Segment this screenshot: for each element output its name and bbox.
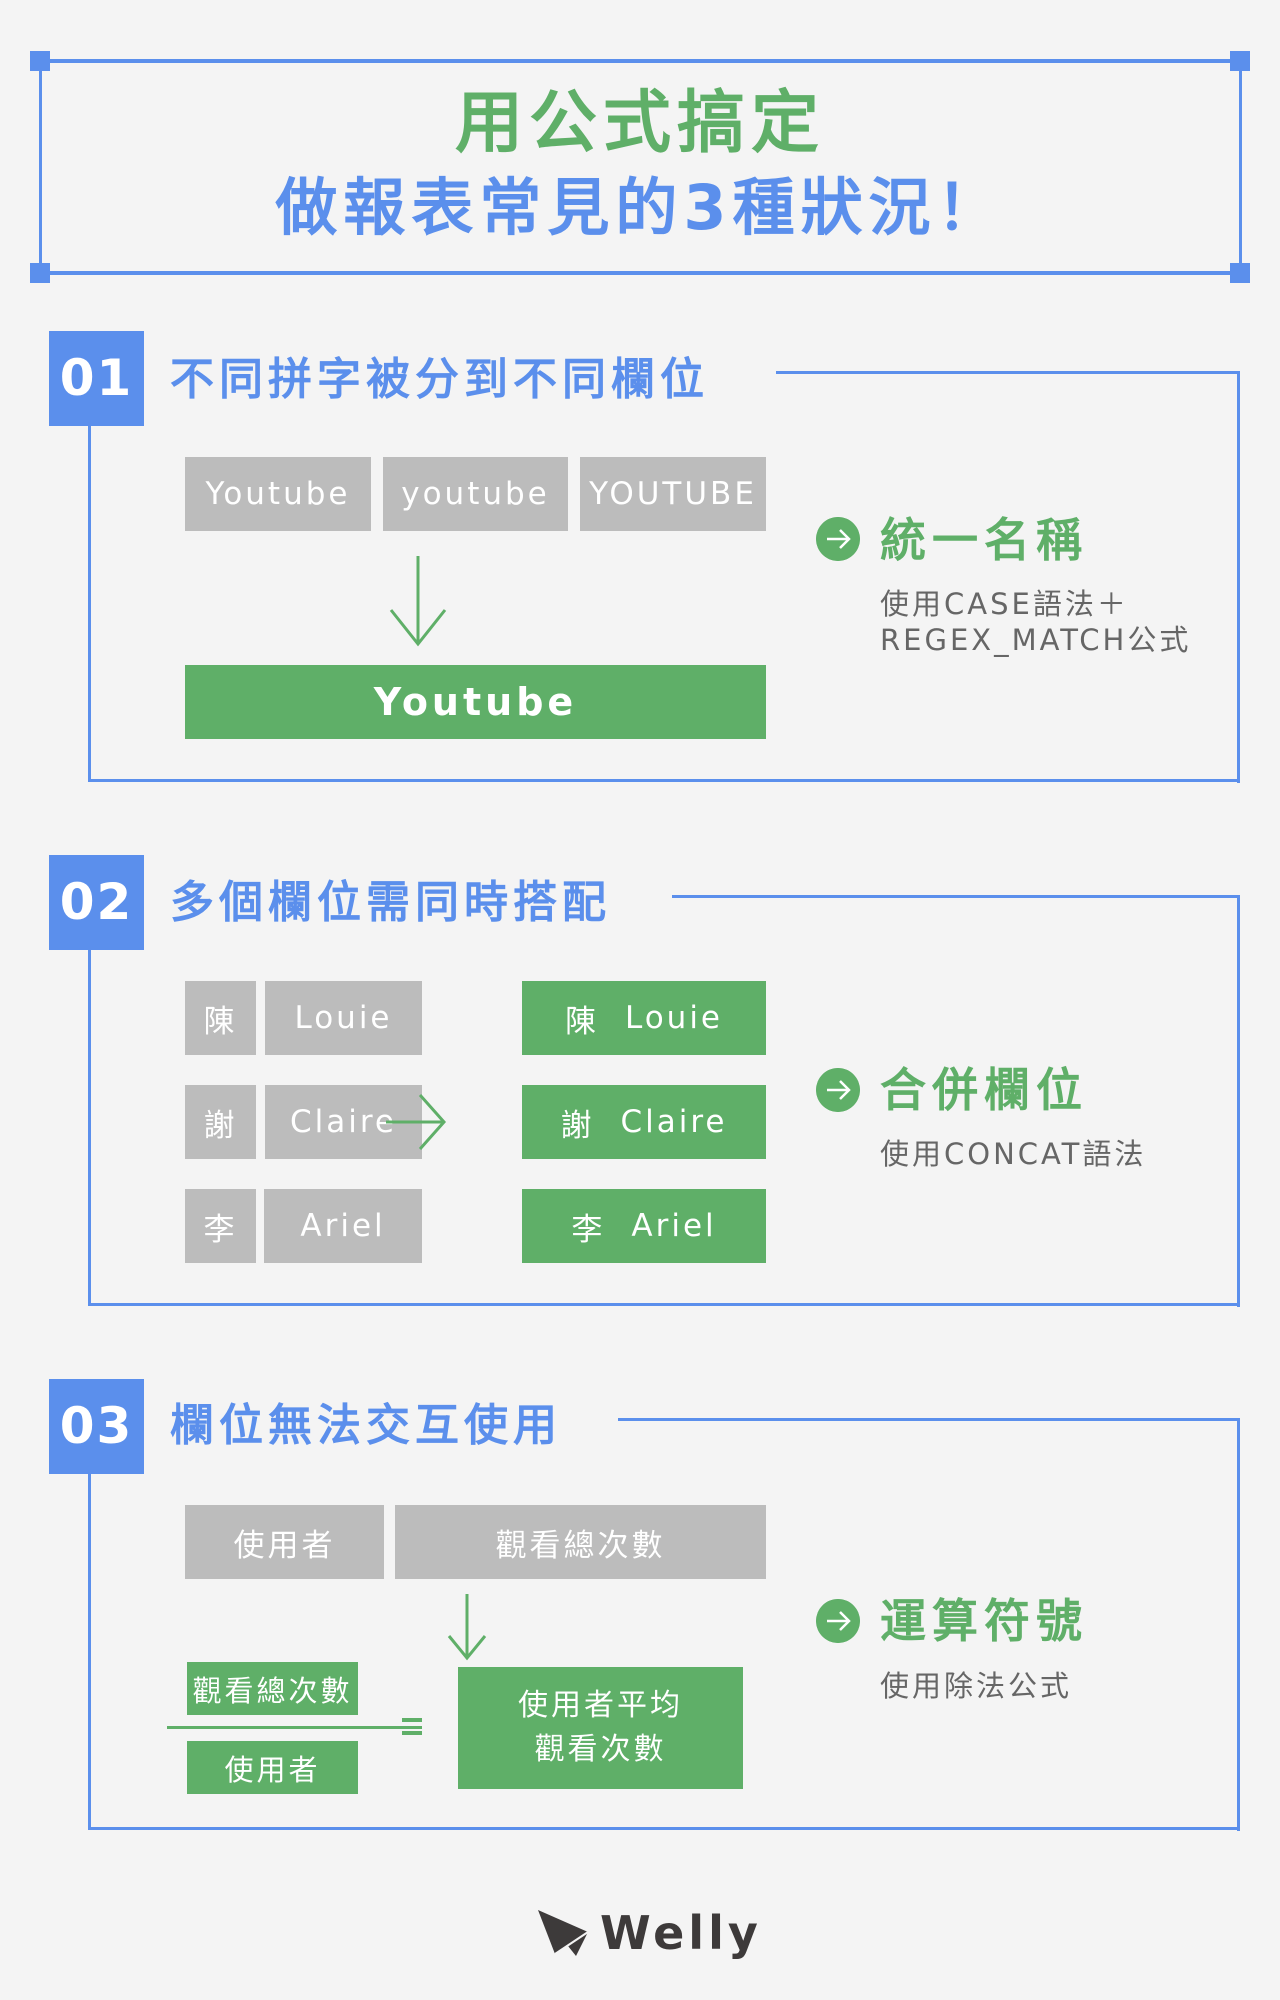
result-description: 使用CONCAT語法 bbox=[880, 1137, 1147, 1171]
input-cell: Youtube bbox=[185, 457, 371, 531]
merged-cell: 謝 Claire bbox=[522, 1085, 766, 1159]
merged-name: Louie bbox=[624, 1000, 724, 1036]
section-frame-top bbox=[672, 895, 1240, 898]
paper-plane-icon bbox=[538, 1910, 589, 1956]
section-number-badge: 02 bbox=[49, 855, 144, 950]
numerator-cell: 觀看總次數 bbox=[187, 1662, 358, 1715]
arrow-right-circle-icon bbox=[816, 1068, 860, 1112]
section-title: 欄位無法交互使用 bbox=[170, 1400, 562, 1451]
arrow-right-circle-icon bbox=[816, 517, 860, 561]
section-frame-right bbox=[1237, 895, 1240, 1307]
output-cell: Youtube bbox=[185, 665, 766, 739]
section-frame-bottom bbox=[88, 1303, 1240, 1306]
result-description: REGEX_MATCH公式 bbox=[880, 623, 1192, 657]
result-title: 運算符號 bbox=[880, 1594, 1088, 1648]
result-description: 使用CASE語法＋ bbox=[880, 587, 1129, 621]
corner-handle-top-right bbox=[1230, 51, 1250, 71]
section-frame-right bbox=[1237, 371, 1240, 783]
input-cell: YOUTUBE bbox=[580, 457, 766, 531]
result-title: 合併欄位 bbox=[880, 1063, 1088, 1117]
section-frame-top bbox=[776, 371, 1240, 374]
brand-name: Welly bbox=[600, 1906, 762, 1960]
surname-cell: 陳 bbox=[185, 981, 256, 1055]
result-description: 使用除法公式 bbox=[880, 1669, 1073, 1703]
result-line: 使用者平均 bbox=[518, 1688, 683, 1723]
input-cell: youtube bbox=[383, 457, 568, 531]
fraction-line bbox=[167, 1726, 422, 1729]
merged-cell: 李 Ariel bbox=[522, 1189, 766, 1263]
result-line: 觀看次數 bbox=[534, 1732, 667, 1767]
corner-handle-top-left bbox=[30, 51, 50, 71]
corner-handle-bottom-left bbox=[30, 263, 50, 283]
corner-handle-bottom-right bbox=[1230, 263, 1250, 283]
input-cell: 使用者 bbox=[185, 1505, 384, 1579]
merged-cell: 陳 Louie bbox=[522, 981, 766, 1055]
input-cell: 觀看總次數 bbox=[395, 1505, 766, 1579]
merged-name: Ariel bbox=[631, 1208, 717, 1244]
page-subtitle: 做報表常見的3種狀況！ bbox=[275, 171, 1005, 244]
result-title: 統一名稱 bbox=[880, 513, 1088, 567]
name-cell: Ariel bbox=[264, 1189, 422, 1263]
merged-name: Claire bbox=[620, 1104, 728, 1140]
section-frame-left bbox=[88, 945, 91, 1306]
denominator-cell: 使用者 bbox=[187, 1741, 358, 1794]
merged-surname: 謝 bbox=[560, 1107, 595, 1144]
section-frame-right bbox=[1237, 1418, 1240, 1831]
section-frame-left bbox=[88, 420, 91, 782]
section-number-badge: 03 bbox=[49, 1379, 144, 1474]
header-top-border bbox=[40, 59, 1240, 63]
section-title: 多個欄位需同時搭配 bbox=[170, 877, 611, 928]
surname-cell: 李 bbox=[185, 1189, 256, 1263]
section-frame-bottom bbox=[88, 1827, 1240, 1830]
surname-cell: 謝 bbox=[185, 1085, 256, 1159]
arrow-right-icon bbox=[386, 1094, 447, 1150]
section-frame-bottom bbox=[88, 779, 1240, 782]
arrow-down-icon bbox=[389, 556, 447, 647]
merged-surname: 李 bbox=[571, 1211, 606, 1248]
arrow-right-circle-icon bbox=[816, 1599, 860, 1643]
result-cell: 使用者平均 觀看次數 bbox=[458, 1667, 743, 1789]
arrow-down-icon bbox=[447, 1594, 487, 1661]
merged-surname: 陳 bbox=[564, 1003, 599, 1040]
section-title: 不同拼字被分到不同欄位 bbox=[170, 354, 709, 405]
header-bottom-border bbox=[40, 271, 1240, 275]
name-cell: Louie bbox=[265, 981, 422, 1055]
section-number-badge: 01 bbox=[49, 331, 144, 426]
section-frame-top bbox=[618, 1418, 1240, 1421]
section-frame-left bbox=[88, 1469, 91, 1830]
equals-sign bbox=[402, 1718, 422, 1736]
page-title: 用公式搞定 bbox=[454, 84, 825, 163]
